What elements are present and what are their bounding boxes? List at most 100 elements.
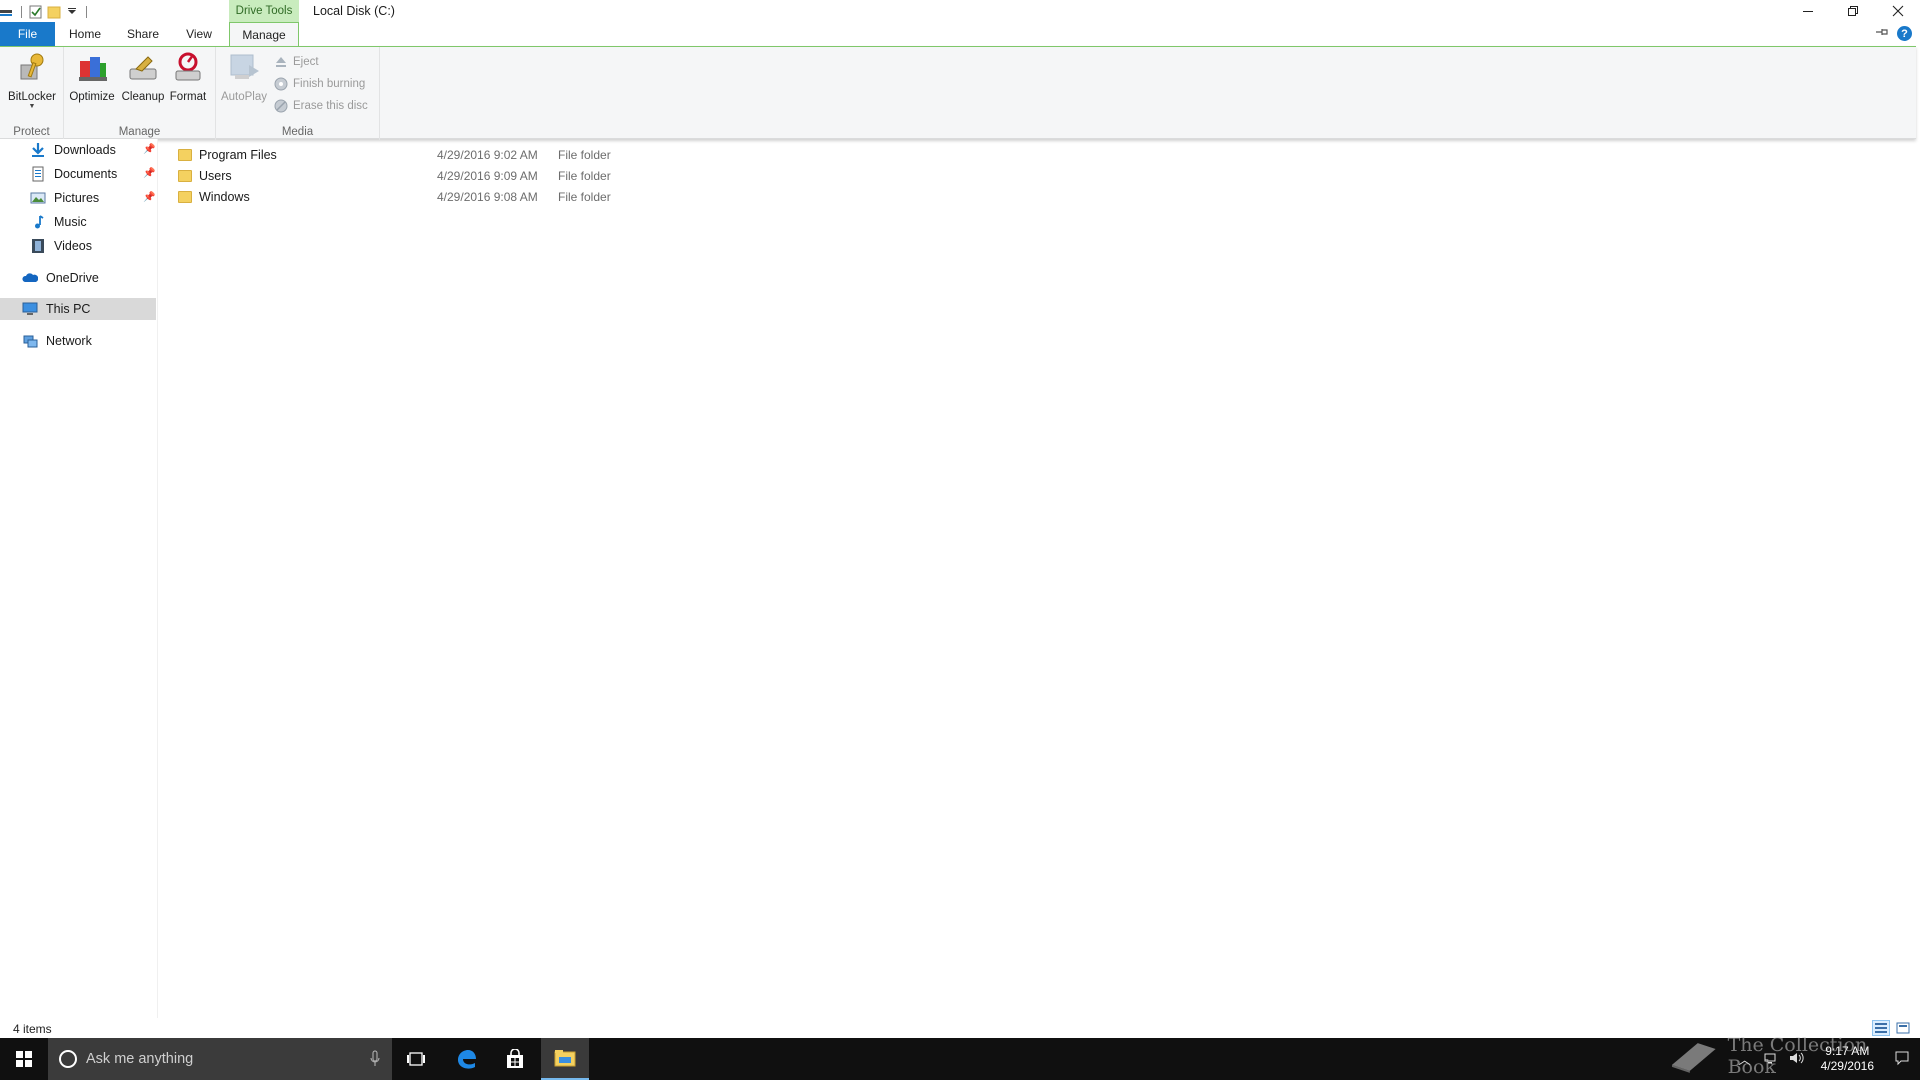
checklist-icon[interactable] [29, 5, 43, 19]
store-bag-icon [507, 1049, 523, 1068]
autoplay-button[interactable]: AutoPlay [220, 51, 268, 113]
file-explorer-icon [554, 1050, 576, 1067]
minimize-icon [1802, 11, 1813, 12]
details-view-icon [1875, 1023, 1887, 1033]
cleanup-label: Cleanup [121, 91, 165, 103]
status-bar: 4 items [0, 1018, 1920, 1038]
nav-item-music[interactable]: Music [30, 211, 158, 233]
file-list: Program Files 4/29/2016 9:02 AM File fol… [158, 139, 1920, 1019]
eject-label: Eject [293, 56, 319, 68]
pin-ribbon-icon[interactable] [1875, 26, 1889, 41]
windows-logo-icon [16, 1051, 32, 1067]
file-date: 4/29/2016 9:08 AM [437, 190, 538, 204]
finish-burning-label: Finish burning [293, 78, 366, 90]
network-icon [22, 333, 38, 349]
nav-item-onedrive[interactable]: OneDrive [22, 267, 158, 289]
group-label-protect: Protect [13, 126, 50, 138]
ribbon-panel: BitLocker ▼ Protect Optimize Cleanup For… [0, 46, 1916, 140]
music-note-icon [30, 214, 46, 230]
tab-view[interactable]: View [178, 22, 220, 46]
close-button[interactable] [1875, 0, 1920, 22]
file-name: Windows [199, 190, 250, 204]
erase-disc-button[interactable]: Erase this disc [274, 96, 368, 116]
nav-item-pictures[interactable]: Pictures [30, 187, 158, 209]
nav-item-network[interactable]: Network [22, 330, 158, 352]
download-arrow-icon [30, 142, 46, 158]
store-button[interactable] [491, 1038, 539, 1080]
ribbon-right-controls: ? [1875, 26, 1912, 41]
tab-share[interactable]: Share [120, 22, 166, 46]
format-button[interactable]: Format [164, 51, 212, 113]
start-button[interactable] [0, 1038, 48, 1080]
tab-home[interactable]: Home [62, 22, 108, 46]
nav-item-documents[interactable]: Documents [30, 163, 158, 185]
cortana-search-box[interactable]: Ask me anything [48, 1038, 392, 1080]
file-date: 4/29/2016 9:02 AM [437, 148, 538, 162]
file-type: File folder [558, 148, 611, 162]
nav-item-this-pc[interactable]: This PC [0, 298, 156, 320]
nav-item-videos[interactable]: Videos [30, 235, 158, 257]
search-placeholder: Ask me anything [86, 1051, 194, 1067]
eject-icon [274, 55, 288, 69]
file-explorer-button[interactable] [541, 1038, 589, 1080]
nav-item-downloads[interactable]: Downloads [30, 139, 158, 161]
folder-icon [178, 170, 192, 182]
window-title: Local Disk (C:) [313, 4, 395, 18]
quick-access-toolbar [0, 2, 90, 22]
large-icons-view-icon [1896, 1022, 1910, 1034]
microphone-icon[interactable] [370, 1050, 380, 1068]
customize-qat-chevron-icon[interactable] [65, 5, 79, 19]
optimize-drive-icon [73, 51, 111, 85]
document-icon [30, 166, 46, 182]
film-icon [30, 238, 46, 254]
edge-browser-button[interactable] [442, 1038, 490, 1080]
nav-label: OneDrive [46, 271, 99, 285]
dropdown-caret-icon: ▼ [28, 103, 36, 110]
help-icon[interactable]: ? [1897, 26, 1912, 41]
properties-icon[interactable] [0, 5, 14, 19]
tab-manage[interactable]: Manage [229, 22, 299, 46]
task-view-button[interactable] [392, 1038, 440, 1080]
disk-cleanup-icon [124, 51, 162, 85]
ribbon-group-protect: BitLocker ▼ Protect [0, 47, 64, 140]
pictures-icon [30, 190, 46, 206]
file-name: Users [199, 169, 232, 183]
ribbon-tab-strip: File Home Share View Manage [0, 22, 1920, 46]
eject-button[interactable]: Eject [274, 52, 319, 72]
finish-burning-button[interactable]: Finish burning [274, 74, 365, 94]
autoplay-icon [225, 51, 263, 85]
file-date: 4/29/2016 9:09 AM [437, 169, 538, 183]
nav-label: Documents [54, 167, 118, 181]
burn-disc-icon [274, 77, 288, 91]
file-row[interactable]: Users 4/29/2016 9:09 AM File folder [178, 166, 798, 186]
format-label: Format [169, 91, 207, 103]
file-name: Program Files [199, 148, 277, 162]
file-row[interactable]: Windows 4/29/2016 9:08 AM File folder [178, 187, 798, 207]
drive-tools-context-label: Drive Tools [229, 0, 299, 22]
taskbar: Ask me anything ︿ 9:17 AM 4/29/2016 [0, 1038, 1920, 1080]
pin-icon[interactable]: 📌 [143, 144, 155, 155]
folder-icon [178, 191, 192, 203]
optimize-button[interactable]: Optimize [68, 51, 116, 113]
watermark: The Collection Book [1668, 1034, 1920, 1078]
nav-label: Network [46, 334, 92, 348]
tab-file[interactable]: File [0, 22, 55, 46]
nav-label: Pictures [54, 191, 100, 205]
minimize-button[interactable] [1785, 0, 1830, 22]
file-type: File folder [558, 190, 611, 204]
restore-icon [1847, 6, 1858, 16]
group-label-media: Media [281, 126, 314, 138]
cleanup-button[interactable]: Cleanup [119, 51, 167, 113]
ribbon-group-manage: Optimize Cleanup Format Manage [64, 47, 216, 140]
pin-icon[interactable]: 📌 [143, 192, 155, 203]
bitlocker-button[interactable]: BitLocker ▼ [8, 51, 56, 113]
restore-button[interactable] [1830, 0, 1875, 22]
monitor-icon [22, 301, 38, 317]
bitlocker-label: BitLocker [8, 91, 56, 103]
pin-icon[interactable]: 📌 [143, 168, 155, 179]
bitlocker-key-icon [13, 51, 51, 85]
folder-icon [178, 149, 192, 161]
nav-label: Music [54, 215, 87, 229]
file-row[interactable]: Program Files 4/29/2016 9:02 AM File fol… [178, 145, 798, 165]
new-folder-icon[interactable] [47, 5, 61, 19]
